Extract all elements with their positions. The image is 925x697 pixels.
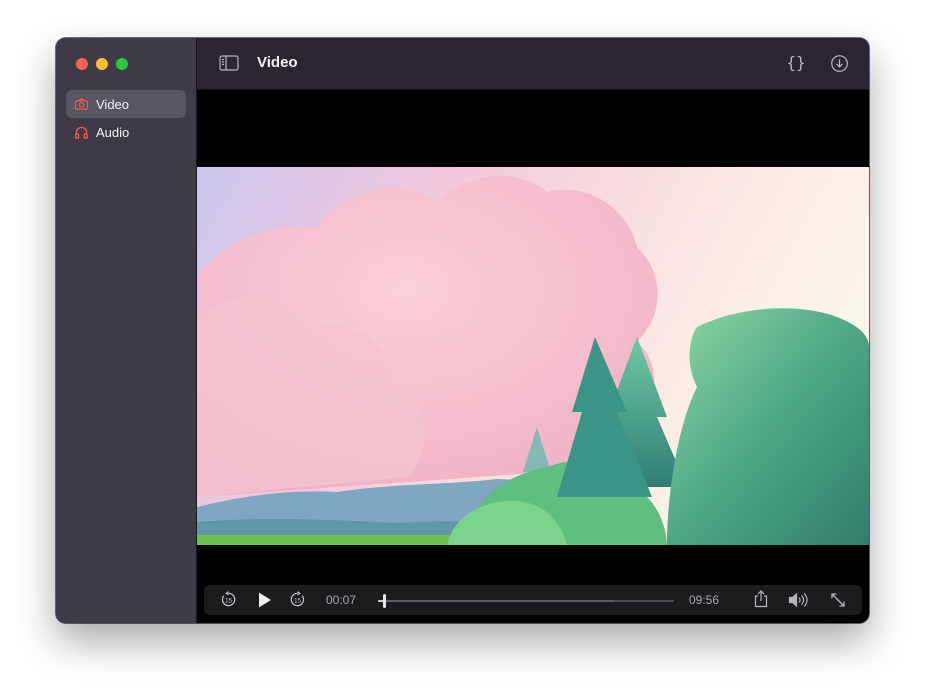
download-icon[interactable] [830,54,849,73]
sidebar-nav: Video Audio [66,90,186,146]
skip-forward-icon[interactable]: 15 [289,591,306,608]
playback-controls: 15 15 00:07 09:56 [204,585,862,615]
sidebar-toggle-icon[interactable] [219,54,239,72]
volume-icon[interactable] [788,591,810,609]
window-controls [76,58,128,70]
scrubber[interactable] [378,594,674,608]
scrubber-buffered [378,600,615,602]
headphones-icon [75,126,88,139]
skip-back-icon[interactable]: 15 [220,591,237,608]
sidebar-item-label: Video [96,96,130,112]
sidebar-item-label: Audio [96,124,130,140]
fullscreen-icon[interactable] [830,592,846,608]
page-title: Video [257,54,298,71]
sidebar-item-audio[interactable]: Audio [66,118,186,146]
duration: 09:56 [689,593,720,607]
video-frame-image [197,167,869,545]
video-player[interactable]: 15 15 00:07 09:56 [197,90,869,623]
app-window: Video Audio Video {} 15 15 00:07 09:56 [56,38,869,623]
skip-forward-label: 15 [294,597,301,604]
braces-icon[interactable]: {} [785,53,807,73]
current-time: 00:07 [326,593,357,607]
play-icon[interactable] [257,591,273,609]
maximize-button[interactable] [116,58,128,70]
toolbar: Video {} [197,38,869,90]
minimize-button[interactable] [96,58,108,70]
sidebar: Video Audio [56,38,197,623]
close-button[interactable] [76,58,88,70]
skip-back-label: 15 [225,597,232,604]
sidebar-item-video[interactable]: Video [66,90,186,118]
video-frame[interactable] [197,167,869,545]
camera-icon [74,98,89,110]
share-icon[interactable] [753,590,769,608]
scrubber-handle[interactable] [382,594,386,608]
